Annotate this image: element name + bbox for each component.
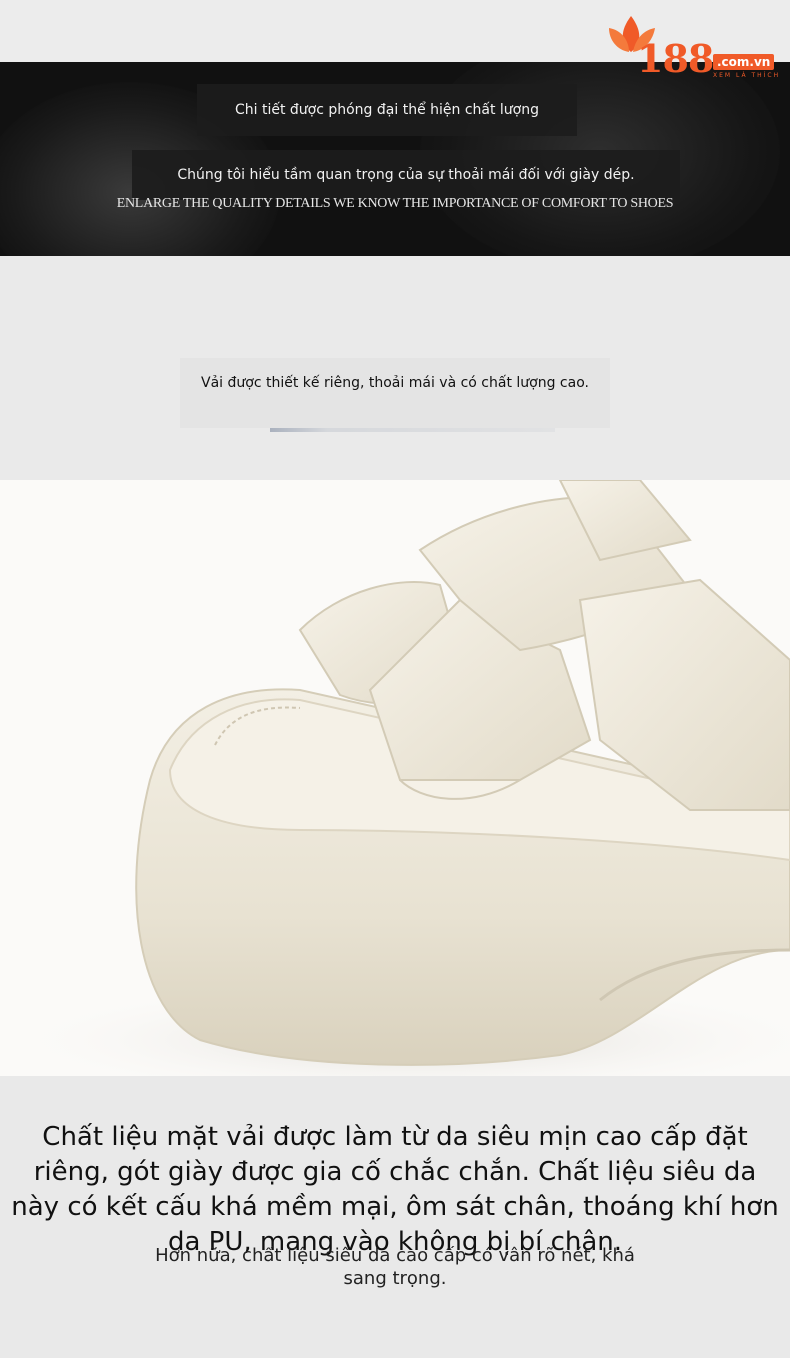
banner-caption-line2: Chúng tôi hiểu tầm quan trọng của sự tho… [132, 150, 680, 200]
quality-banner: Chi tiết được phóng đại thể hiện chất lư… [0, 62, 790, 256]
decorative-divider [270, 428, 555, 432]
banner-caption-line1: Chi tiết được phóng đại thể hiện chất lư… [197, 84, 577, 136]
site-logo[interactable]: 188 .com.vn XEM LÀ THÍCH [607, 14, 785, 80]
sandal-illustration [0, 480, 790, 1076]
logo-domain: .com.vn [713, 54, 775, 70]
material-description-sub: Hơn nữa, chất liệu siêu da cao cấp có vâ… [155, 1245, 635, 1289]
material-description-main: Chất liệu mặt vải được làm từ da siêu mị… [11, 1122, 779, 1257]
logo-tagline: XEM LÀ THÍCH [713, 72, 781, 79]
fabric-caption: Vải được thiết kế riêng, thoải mái và có… [180, 358, 610, 428]
sandal-closeup-photo [0, 480, 790, 1076]
material-description: Chất liệu mặt vải được làm từ da siêu mị… [0, 1076, 790, 1358]
logo-number: 188 [637, 36, 714, 81]
banner-english-caption: ENLARGE THE QUALITY DETAILS WE KNOW THE … [116, 196, 674, 211]
